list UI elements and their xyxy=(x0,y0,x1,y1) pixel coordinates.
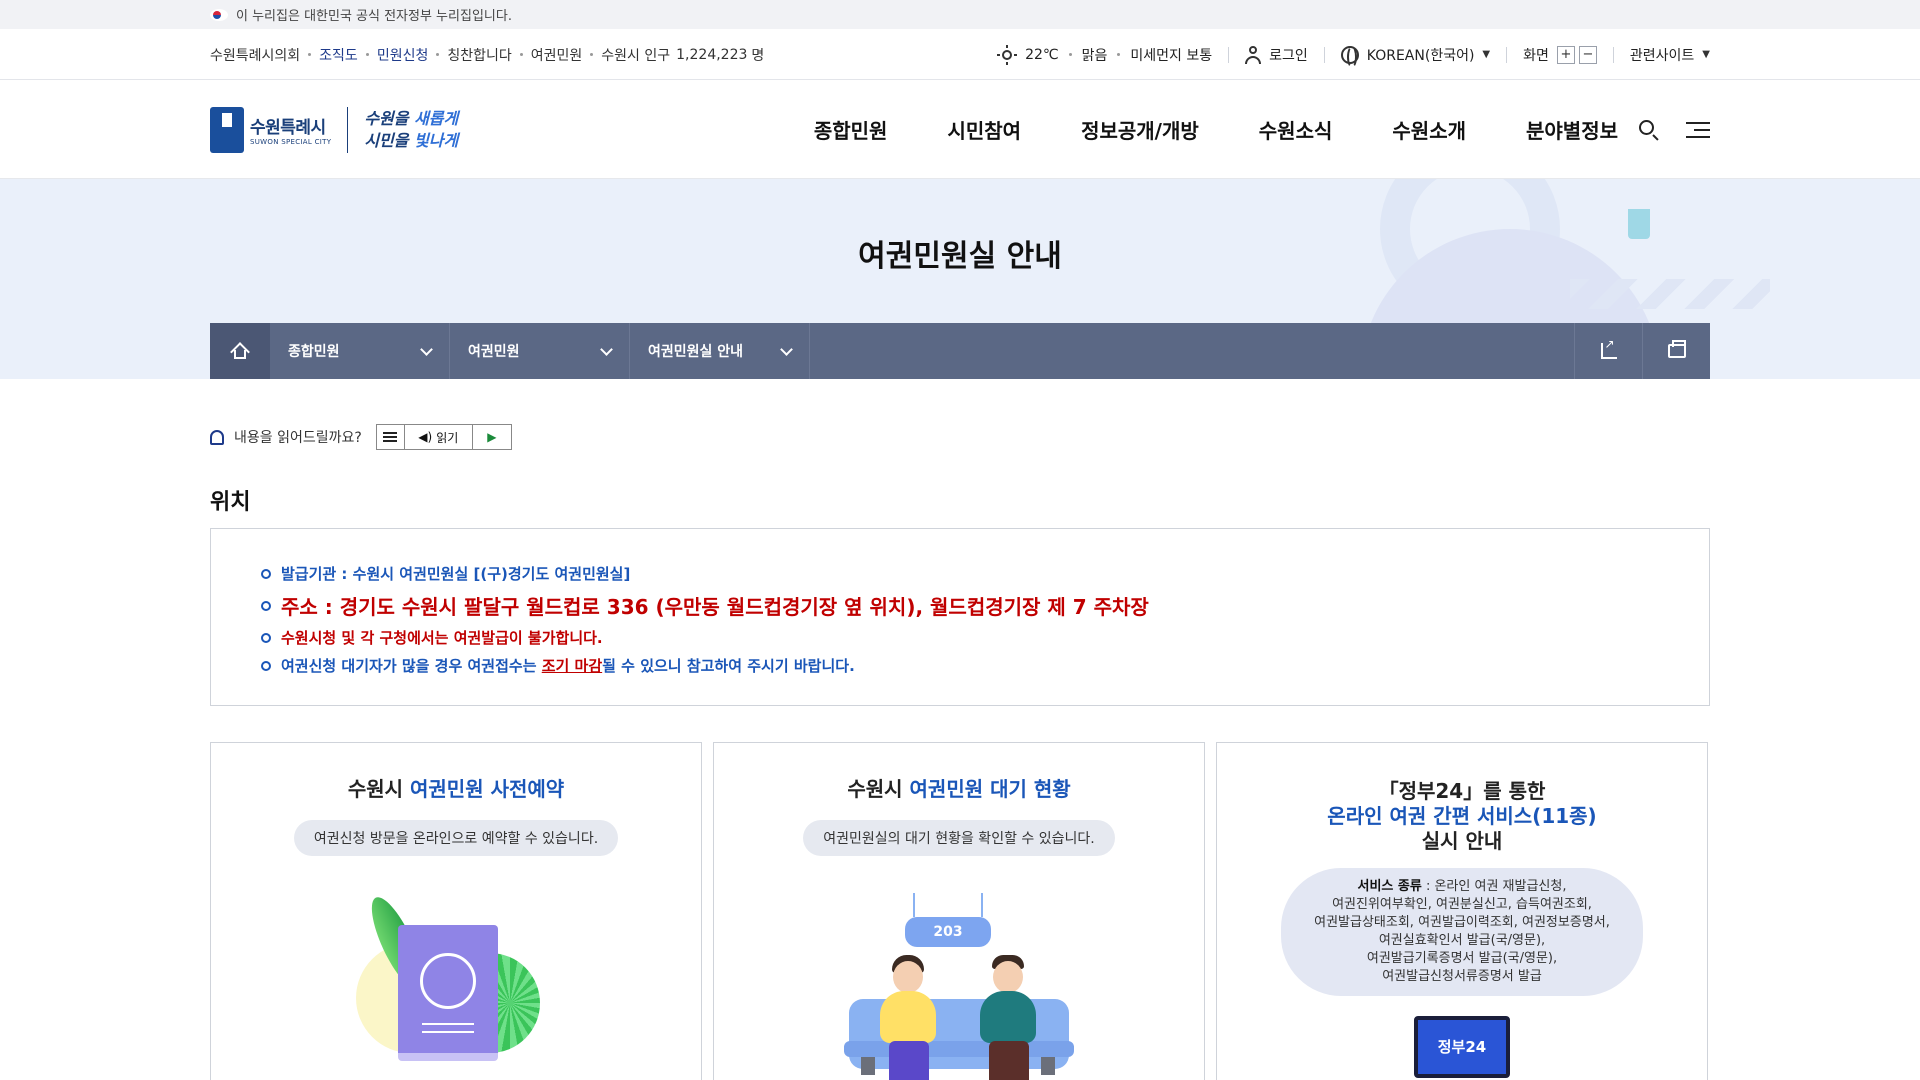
share-button[interactable] xyxy=(1574,323,1642,379)
bell-icon xyxy=(210,429,224,445)
page-title: 여권민원실 안내 xyxy=(858,239,1062,274)
link-council[interactable]: 수원특례시의회 xyxy=(210,45,300,65)
main-content: 내용을 읽어드릴까요? ◀) 읽기 ▶ 위치 발급기관 : 수원시 여권민원실 [… xyxy=(210,379,1710,1080)
section-title-location: 위치 xyxy=(210,490,251,515)
site-logo[interactable]: 수원특례시 SUWON SPECIAL CITY 수원을 새롭게 시민을 빛나게 xyxy=(210,106,459,153)
weather-widget: 22℃ 맑음 미세먼지 보통 xyxy=(997,44,1213,65)
breadcrumb-level-3[interactable]: 여권민원실 안내 xyxy=(630,323,810,379)
chevron-down-icon xyxy=(600,342,613,356)
link-praise[interactable]: 칭찬합니다 xyxy=(447,45,511,65)
service-list: 서비스 종류 : 온라인 여권 재발급신청, 여권진위여부확인, 여권분실신고,… xyxy=(1281,868,1643,996)
reader-menu-button[interactable] xyxy=(377,425,405,449)
zoom-in-button[interactable]: + xyxy=(1556,45,1575,64)
slogan: 수원을 새롭게 시민을 빛나게 xyxy=(364,108,459,150)
globe-icon xyxy=(1340,45,1359,68)
service-cards: 수원시 여권민원 사전예약 여권신청 방문을 온라인으로 예약할 수 있습니다.… xyxy=(210,742,1710,1080)
chevron-down-icon xyxy=(780,342,793,356)
nav-news[interactable]: 수원소식 xyxy=(1229,115,1363,144)
gov-banner: 이 누리집은 대한민국 공식 전자정부 누리집입니다. xyxy=(0,0,1920,29)
main-nav: 종합민원 시민참여 정보공개/개방 수원소식 수원소개 분야별정보 xyxy=(784,115,1618,144)
site-header: 수원특례시 SUWON SPECIAL CITY 수원을 새롭게 시민을 빛나게… xyxy=(0,80,1920,179)
korea-flag-icon xyxy=(210,8,228,21)
language-select[interactable]: KOREAN(한국어) ▼ xyxy=(1340,45,1491,68)
sun-icon xyxy=(997,44,1018,65)
reader-read-button[interactable]: ◀) 읽기 xyxy=(405,425,473,449)
weather-temp: 22℃ xyxy=(1025,46,1059,63)
language-label: KOREAN(한국어) xyxy=(1366,47,1475,64)
list-item: 여권신청 대기자가 많을 경우 여권접수는 조기 마감될 수 있으니 참고하여 … xyxy=(261,655,1659,676)
breadcrumb: 종합민원 여권민원 여권민원실 안내 xyxy=(210,323,1710,379)
card-title: 수원시 여권민원 대기 현황 xyxy=(847,777,1071,801)
related-sites-select[interactable]: 관련사이트 ▼ xyxy=(1630,45,1710,65)
population-value: 1,224,223 xyxy=(676,46,748,63)
card-gov24-service[interactable]: 「정부24」를 통한 온라인 여권 간편 서비스(11종) 실시 안내 서비스 … xyxy=(1216,742,1708,1080)
page-visual: 여권민원실 안내 종합민원 여권민원 여권민원실 안내 xyxy=(0,179,1920,379)
related-sites-label: 관련사이트 xyxy=(1629,47,1695,64)
login-label: 로그인 xyxy=(1269,47,1308,64)
queue-number-board: 203 xyxy=(905,917,991,947)
play-icon: ▶ xyxy=(487,430,497,444)
search-icon[interactable] xyxy=(1638,119,1660,141)
print-button[interactable] xyxy=(1642,323,1710,379)
reader-controls: ◀) 읽기 ▶ xyxy=(375,424,512,450)
link-civil-application[interactable]: 민원신청 xyxy=(377,45,429,65)
card-title: 「정부24」를 통한 온라인 여권 간편 서비스(11종) 실시 안내 xyxy=(1327,779,1597,853)
zoom-out-button[interactable]: − xyxy=(1578,45,1597,64)
logo-korean: 수원특례시 xyxy=(250,118,326,138)
population-unit: 명 xyxy=(751,47,765,64)
link-org-chart[interactable]: 조직도 xyxy=(319,45,358,65)
screen-zoom: 화면 + − xyxy=(1523,45,1597,65)
screen-label: 화면 xyxy=(1523,47,1549,64)
nav-civil-service[interactable]: 종합민원 xyxy=(784,115,918,144)
share-icon xyxy=(1600,337,1617,359)
nav-about[interactable]: 수원소개 xyxy=(1362,115,1496,144)
card-waiting-status[interactable]: 수원시 여권민원 대기 현황 여권민원실의 대기 현황을 확인할 수 있습니다.… xyxy=(713,742,1205,1080)
reader-prompt: 내용을 읽어드릴까요? xyxy=(234,430,362,446)
gov-banner-text: 이 누리집은 대한민국 공식 전자정부 누리집입니다. xyxy=(236,9,512,24)
nav-participation[interactable]: 시민참여 xyxy=(917,115,1051,144)
caret-down-icon: ▼ xyxy=(1482,49,1491,60)
chevron-down-icon xyxy=(420,342,433,356)
home-icon xyxy=(231,343,249,359)
passport-illustration xyxy=(356,891,556,1073)
utility-links: 수원특례시의회 조직도 민원신청 칭찬합니다 여권민원 수원시 인구 1,224… xyxy=(210,45,764,65)
nav-by-field[interactable]: 분야별정보 xyxy=(1496,115,1618,144)
nav-info-disclosure[interactable]: 정보공개/개방 xyxy=(1051,115,1229,144)
print-icon xyxy=(1667,340,1686,358)
breadcrumb-level-1[interactable]: 종합민원 xyxy=(270,323,450,379)
caret-down-icon: ▼ xyxy=(1702,49,1710,60)
link-passport[interactable]: 여권민원 xyxy=(531,45,583,65)
gov24-monitor-illustration: 정부24 xyxy=(1414,1016,1510,1078)
card-reservation[interactable]: 수원시 여권민원 사전예약 여권신청 방문을 온라인으로 예약할 수 있습니다. xyxy=(210,742,702,1080)
user-icon xyxy=(1245,45,1262,64)
card-description: 여권민원실의 대기 현황을 확인할 수 있습니다. xyxy=(803,820,1115,856)
list-item: 주소 : 경기도 수원시 팔달구 월드컵로 336 (우만동 월드컵경기장 옆 … xyxy=(261,591,1659,620)
fine-dust-status: 미세먼지 보통 xyxy=(1130,47,1213,64)
city-emblem-icon xyxy=(210,106,244,153)
utility-bar: 수원특례시의회 조직도 민원신청 칭찬합니다 여권민원 수원시 인구 1,224… xyxy=(0,29,1920,80)
logo-english: SUWON SPECIAL CITY xyxy=(250,138,332,146)
text-reader: 내용을 읽어드릴까요? ◀) 읽기 ▶ xyxy=(210,424,1710,450)
menu-icon[interactable] xyxy=(1686,120,1710,140)
card-description: 여권신청 방문을 온라인으로 예약할 수 있습니다. xyxy=(293,820,619,856)
waiting-room-illustration: 203 xyxy=(839,893,1079,1080)
population-label: 수원시 인구 xyxy=(601,47,671,64)
home-button[interactable] xyxy=(210,323,270,379)
login-button[interactable]: 로그인 xyxy=(1245,45,1308,65)
reader-play-button[interactable]: ▶ xyxy=(473,425,511,449)
breadcrumb-level-2[interactable]: 여권민원 xyxy=(450,323,630,379)
location-info-box: 발급기관 : 수원시 여권민원실 [(구)경기도 여권민원실] 주소 : 경기도… xyxy=(210,528,1710,706)
list-item: 수원시청 및 각 구청에서는 여권발급이 불가합니다. xyxy=(261,627,1659,648)
card-title: 수원시 여권민원 사전예약 xyxy=(347,777,565,801)
list-item: 발급기관 : 수원시 여권민원실 [(구)경기도 여권민원실] xyxy=(261,563,1659,584)
list-icon xyxy=(383,432,398,442)
utility-tools: 22℃ 맑음 미세먼지 보통 로그인 KOREAN(한국어) ▼ 화면 + − … xyxy=(997,44,1710,68)
weather-status: 맑음 xyxy=(1081,47,1108,64)
speaker-icon: ◀) xyxy=(418,430,433,444)
